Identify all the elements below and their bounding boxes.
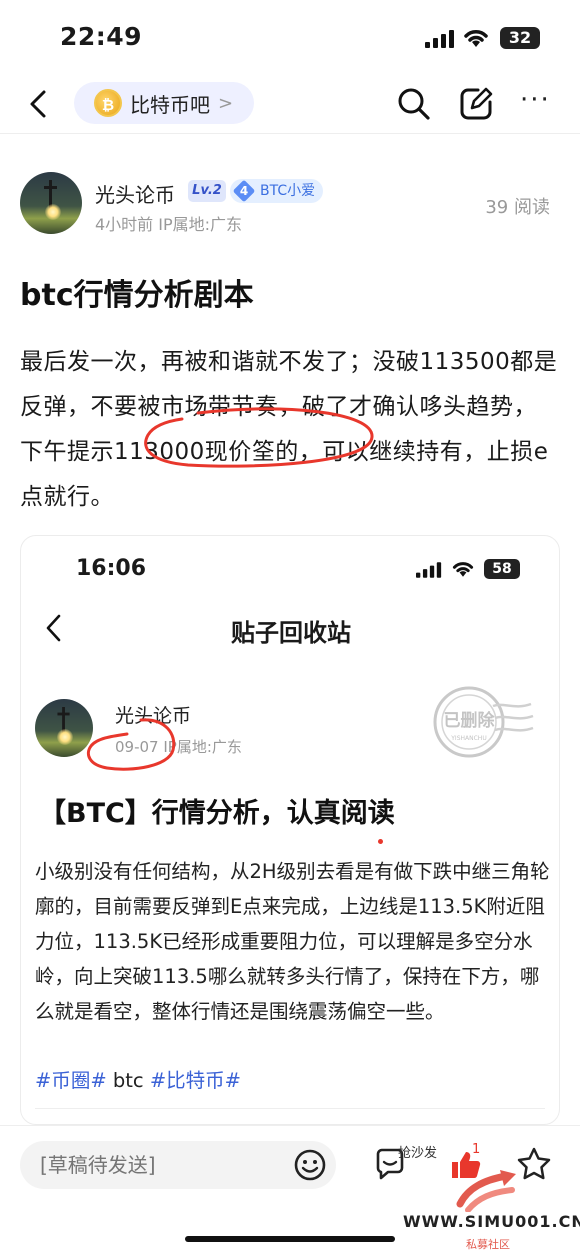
home-indicator (185, 1236, 395, 1242)
fan-badge: 4 BTC小爱 (230, 179, 324, 203)
emoji-icon[interactable] (293, 1148, 327, 1182)
like-count: 1 (472, 1142, 481, 1157)
ss-tags: #币圈# btc #比特币# (35, 1064, 241, 1093)
watermark-url: WWW.SIMU001.CN (403, 1212, 580, 1231)
deleted-stamp: 已删除 YISHANCHU (433, 686, 534, 758)
fan-badge-label: BTC小爱 (260, 183, 316, 199)
fan-level: 4 (239, 184, 249, 198)
author-row: 光头论币 Lv.2 4 BTC小爱 4小时前 IP属地:广东 39 阅读 (0, 165, 580, 245)
level-badge: Lv.2 (188, 180, 226, 202)
stamp-subtext: YISHANCHU (450, 735, 486, 742)
watermark-logo (456, 1170, 516, 1212)
divider (35, 1108, 545, 1109)
avatar (35, 699, 93, 757)
avatar[interactable] (20, 172, 82, 234)
edit-icon[interactable] (458, 86, 494, 122)
status-bar: 22:49 32 (0, 0, 580, 72)
red-dot (378, 839, 383, 844)
chevron-right-icon: > (218, 92, 234, 114)
tag-link: #币圈# (35, 1069, 107, 1092)
tag-text: btc (106, 1069, 150, 1092)
coin-icon: ₿ (94, 89, 122, 117)
status-time: 22:49 (60, 22, 143, 51)
author-name[interactable]: 光头论币 (95, 179, 175, 208)
wifi-icon (452, 562, 474, 577)
battery-icon: 32 (500, 27, 540, 49)
wifi-icon (464, 30, 488, 47)
battery-icon: 58 (484, 559, 520, 579)
watermark-sub: 私募社区 (466, 1238, 510, 1251)
more-icon[interactable]: ··· (520, 86, 556, 122)
sofa-label: 抢沙发 (398, 1146, 438, 1161)
forum-name: 比特币吧 (130, 92, 210, 117)
post-title: btc行情分析剧本 (20, 278, 254, 313)
post-meta: 4小时前 IP属地:广东 (95, 215, 243, 234)
ss-page-title: 贴子回收站 (231, 619, 351, 647)
stamp-text: 已删除 (444, 710, 496, 731)
tag-link: #比特币# (149, 1069, 242, 1092)
embedded-screenshot[interactable]: 16:06 58 贴子回收站 光头论币 09-07 IP属地:广东 已删除 YI… (20, 535, 560, 1125)
ss-author-name: 光头论币 (115, 705, 192, 727)
search-icon[interactable] (396, 86, 432, 122)
ss-post-meta: 09-07 IP属地:广东 (115, 738, 242, 756)
read-count: 39 阅读 (485, 197, 550, 218)
comment-input[interactable] (20, 1141, 336, 1189)
signal-icon (416, 562, 442, 578)
post-body: 最后发一次，再被和谐就不发了；没破113500都是反弹，不要被市场带节奏，破了才… (20, 349, 558, 510)
ss-status-time: 16:06 (76, 556, 147, 581)
ss-post-body: 小级别没有任何结构，从2H级别去看是有做下跌中继三角轮廓的，目前需要反弹到E点来… (35, 860, 550, 1023)
nav-bar: ₿ 比特币吧 > ··· (0, 72, 580, 134)
ss-post-title: 【BTC】行情分析，认真阅读 (39, 798, 395, 829)
back-icon[interactable] (24, 88, 54, 120)
signal-icon (425, 30, 454, 48)
forum-chip[interactable]: ₿ 比特币吧 > (74, 82, 254, 124)
